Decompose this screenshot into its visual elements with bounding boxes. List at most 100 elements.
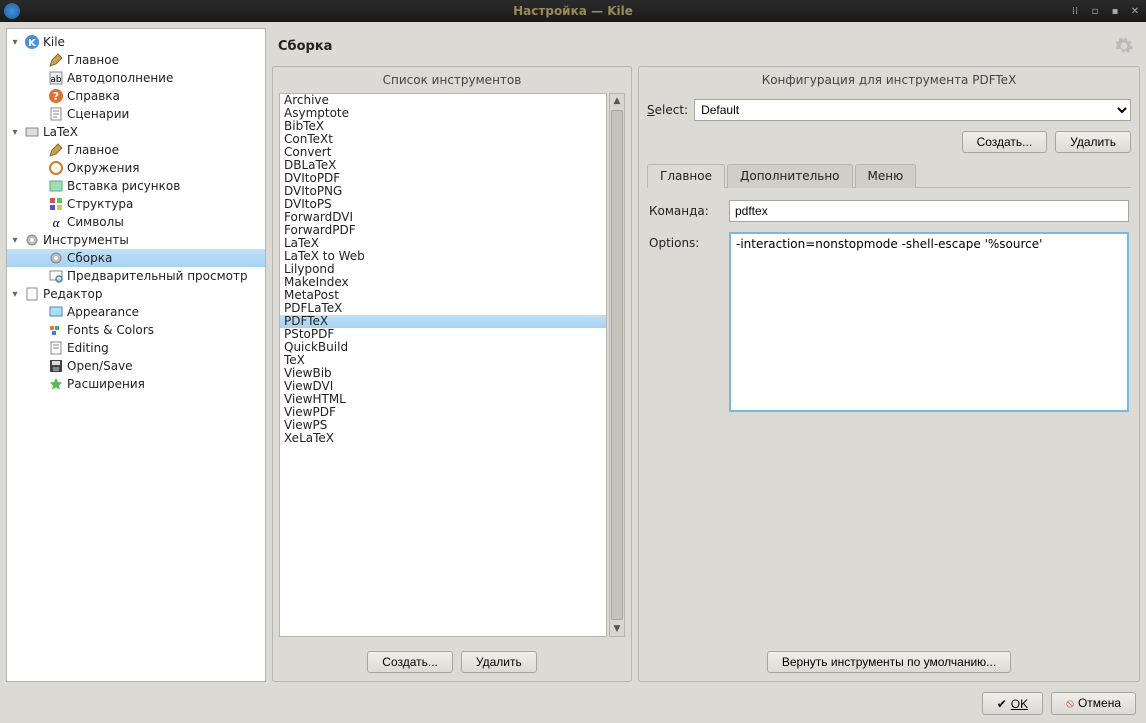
expander-icon[interactable]: ▾	[9, 235, 21, 246]
cancel-button[interactable]: ⦸Отмена	[1051, 692, 1136, 715]
tree-item-editing[interactable]: Editing	[7, 339, 265, 357]
tree-item-расширения[interactable]: Расширения	[7, 375, 265, 393]
tree-item-label: LaTeX	[43, 125, 78, 139]
alpha-icon: α	[48, 214, 64, 230]
tree-item-open-save[interactable]: Open/Save	[7, 357, 265, 375]
tool-item[interactable]: QuickBuild	[280, 341, 606, 354]
tree-item-appearance[interactable]: Appearance	[7, 303, 265, 321]
tree-item-символы[interactable]: αСимволы	[7, 213, 265, 231]
tree-item-label: Редактор	[43, 287, 102, 301]
dialog: ▾KKileГлавноеabАвтодополнение?СправкаСце…	[0, 22, 1146, 723]
tree-item-редактор[interactable]: ▾ Редактор	[7, 285, 265, 303]
tree-item-главное[interactable]: Главное	[7, 141, 265, 159]
tool-list[interactable]: ArchiveAsymptoteBibTeXConTeXtConvertDBLa…	[279, 93, 607, 637]
tree-item-kile[interactable]: ▾ K Kile	[7, 33, 265, 51]
config-select[interactable]: Default	[694, 99, 1131, 121]
tree-item-label: Fonts & Colors	[67, 323, 154, 337]
tree-item-label: Расширения	[67, 377, 145, 391]
config-delete-button[interactable]: Удалить	[1055, 131, 1131, 153]
tree-item-автодополнение[interactable]: abАвтодополнение	[7, 69, 265, 87]
options-textarea[interactable]: -interaction=nonstopmode -shell-escape '…	[729, 232, 1129, 412]
tree-item-label: Предварительный просмотр	[67, 269, 248, 283]
restore-icon[interactable]: ▪	[1108, 4, 1122, 18]
pencil-icon	[48, 142, 64, 158]
tool-list-group: Список инструментов ArchiveAsymptoteBibT…	[272, 66, 632, 682]
img-icon	[48, 178, 64, 194]
latex-icon	[24, 124, 40, 140]
tool-item[interactable]: ForwardPDF	[280, 224, 606, 237]
tree-item-label: Структура	[67, 197, 133, 211]
editor-icon	[24, 286, 40, 302]
tool-item[interactable]: ViewPDF	[280, 406, 606, 419]
tab-main[interactable]: Главное	[647, 164, 725, 188]
tab-advanced[interactable]: Дополнительно	[727, 164, 853, 188]
tree-item-label: Open/Save	[67, 359, 133, 373]
tree-item-latex[interactable]: ▾ LaTeX	[7, 123, 265, 141]
tree-item-инструменты[interactable]: ▾ Инструменты	[7, 231, 265, 249]
scroll-down-icon[interactable]: ▼	[612, 622, 623, 636]
tree-item-справка[interactable]: ? Справка	[7, 87, 265, 105]
tree-item-label: Сценарии	[67, 107, 129, 121]
app-icon	[4, 3, 20, 19]
minimize-icon[interactable]: ⁞⁞	[1068, 4, 1082, 18]
tree-item-label: Главное	[67, 53, 119, 67]
titlebar: Настройка — Kile ⁞⁞ ▫ ▪ ✕	[0, 0, 1146, 22]
tree-item-fonts-colors[interactable]: Fonts & Colors	[7, 321, 265, 339]
tree-item-label: Сборка	[67, 251, 112, 265]
svg-text:?: ?	[53, 90, 59, 103]
tool-item[interactable]: Asymptote	[280, 107, 606, 120]
expander-icon[interactable]: ▾	[9, 37, 21, 48]
tree-item-сборка[interactable]: Сборка	[7, 249, 265, 267]
svg-text:ab: ab	[50, 75, 62, 85]
tool-delete-button[interactable]: Удалить	[461, 651, 537, 673]
gear-icon	[24, 232, 40, 248]
ok-button[interactable]: ✔OK	[982, 692, 1043, 715]
tool-list-header: Список инструментов	[273, 67, 631, 93]
tree-item-label: Kile	[43, 35, 65, 49]
tree-item-label: Справка	[67, 89, 120, 103]
appear-icon	[48, 304, 64, 320]
ext-icon	[48, 376, 64, 392]
config-tabs: Главное Дополнительно Меню	[647, 163, 1131, 188]
restore-defaults-button[interactable]: Вернуть инструменты по умолчанию...	[767, 651, 1011, 673]
cancel-icon: ⦸	[1066, 696, 1074, 710]
tree-item-label: Инструменты	[43, 233, 129, 247]
tree-item-главное[interactable]: Главное	[7, 51, 265, 69]
tree-item-label: Главное	[67, 143, 119, 157]
env-icon	[48, 160, 64, 176]
tree-item-вставка-рисунков[interactable]: Вставка рисунков	[7, 177, 265, 195]
app-icon: K	[24, 34, 40, 50]
gear-icon[interactable]	[1114, 36, 1134, 56]
tab-menu[interactable]: Меню	[855, 164, 917, 188]
tool-item[interactable]: PDFLaTeX	[280, 302, 606, 315]
select-label: Select:	[647, 103, 688, 117]
struct-icon	[48, 196, 64, 212]
config-create-button[interactable]: Создать...	[962, 131, 1048, 153]
tree-item-label: Вставка рисунков	[67, 179, 180, 193]
settings-tree[interactable]: ▾KKileГлавноеabАвтодополнение?СправкаСце…	[6, 28, 266, 682]
gear-icon	[48, 250, 64, 266]
check-icon: ✔	[997, 697, 1007, 711]
auto-icon: ab	[48, 70, 64, 86]
close-icon[interactable]: ✕	[1128, 4, 1142, 18]
window-controls: ⁞⁞ ▫ ▪ ✕	[1068, 4, 1142, 18]
tree-item-предварительный-просмотр[interactable]: Предварительный просмотр	[7, 267, 265, 285]
tool-create-button[interactable]: Создать...	[367, 651, 453, 673]
tree-item-окружения[interactable]: Окружения	[7, 159, 265, 177]
tree-item-сценарии[interactable]: Сценарии	[7, 105, 265, 123]
scroll-up-icon[interactable]: ▲	[612, 94, 623, 108]
save-icon	[48, 358, 64, 374]
options-label: Options:	[649, 232, 719, 412]
scroll-thumb[interactable]	[611, 110, 623, 620]
command-input[interactable]	[729, 200, 1129, 222]
tree-item-label: Appearance	[67, 305, 139, 319]
expander-icon[interactable]: ▾	[9, 289, 21, 300]
svg-text:K: K	[28, 38, 37, 49]
expander-icon[interactable]: ▾	[9, 127, 21, 138]
tree-item-структура[interactable]: Структура	[7, 195, 265, 213]
maximize-icon[interactable]: ▫	[1088, 4, 1102, 18]
tool-item[interactable]: XeLaTeX	[280, 432, 606, 445]
preview-icon	[48, 268, 64, 284]
scrollbar[interactable]: ▲ ▼	[609, 93, 625, 637]
command-label: Команда:	[649, 200, 719, 222]
